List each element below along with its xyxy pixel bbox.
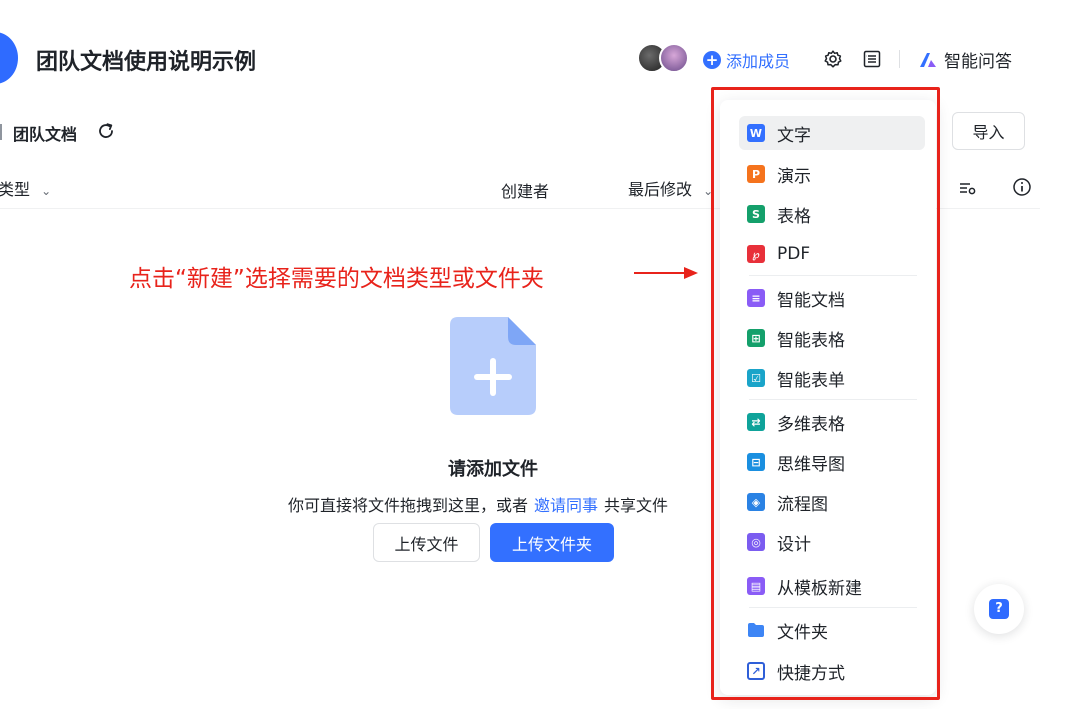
annotation-arrow-icon — [634, 267, 698, 279]
empty-desc-suffix: 共享文件 — [604, 496, 669, 515]
ai-qa-label: 智能问答 — [944, 52, 1012, 72]
empty-state-description: 你可直接将文件拖拽到这里，或者 邀请同事 共享文件 — [288, 492, 668, 516]
help-button[interactable]: ? — [974, 584, 1024, 634]
refresh-icon — [99, 123, 113, 138]
team-avatar — [0, 32, 18, 84]
ai-qa-button[interactable]: 智能问答 — [918, 47, 1012, 72]
column-creator-header: 创建者 — [501, 182, 550, 201]
details-button[interactable] — [861, 48, 883, 70]
upload-file-button[interactable]: 上传文件 — [373, 523, 480, 562]
add-member-button[interactable]: + 添加成员 — [703, 48, 790, 72]
upload-folder-button[interactable]: 上传文件夹 — [490, 523, 614, 562]
column-type-header[interactable]: 类型 ⌄ — [0, 176, 51, 200]
divider — [0, 124, 2, 140]
settings-button[interactable] — [822, 48, 844, 70]
member-avatar[interactable] — [659, 43, 689, 73]
import-button[interactable]: 导入 — [952, 112, 1025, 150]
breadcrumb[interactable]: 团队文档 — [13, 121, 77, 145]
info-icon — [1013, 178, 1031, 196]
view-settings-button[interactable] — [958, 178, 978, 202]
ai-logo-icon — [920, 52, 936, 67]
add-member-label: 添加成员 — [726, 52, 791, 71]
column-modified-label: 最后修改 — [628, 180, 693, 199]
help-icon: ? — [989, 599, 1009, 619]
page-title: 团队文档使用说明示例 — [36, 50, 257, 75]
empty-desc-prefix: 你可直接将文件拖拽到这里，或者 — [288, 496, 529, 515]
list-icon — [863, 50, 881, 68]
info-button[interactable] — [1012, 177, 1032, 201]
annotation-highlight-box — [711, 87, 940, 700]
plus-circle-icon: + — [703, 51, 721, 69]
annotation-text: 点击“新建”选择需要的文档类型或文件夹 — [129, 266, 544, 292]
column-type-label: 类型 — [0, 180, 31, 199]
divider — [899, 50, 900, 68]
chevron-down-icon: ⌄ — [41, 184, 52, 198]
column-modified-header[interactable]: 最后修改 ⌄ — [628, 176, 713, 200]
invite-colleague-link[interactable]: 邀请同事 — [534, 496, 598, 515]
empty-file-illustration-icon — [450, 317, 536, 415]
gear-icon — [824, 50, 842, 68]
filter-settings-icon — [960, 183, 976, 195]
refresh-button[interactable] — [96, 121, 116, 145]
